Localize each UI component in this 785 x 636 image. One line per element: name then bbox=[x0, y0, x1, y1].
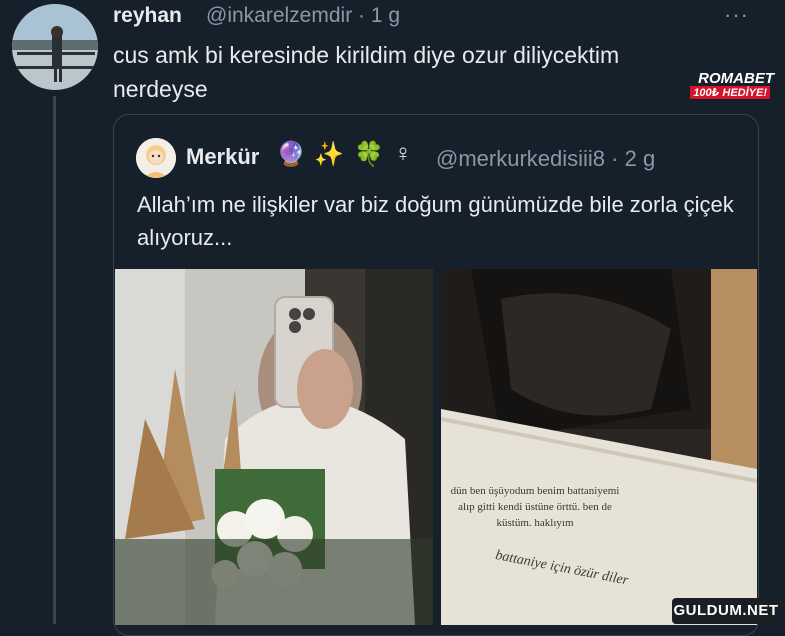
promo-logo: ROMABET 100₺ HEDİYE! bbox=[678, 70, 774, 102]
author-name[interactable]: reyhan bbox=[113, 4, 182, 28]
author-handle-time[interactable]: @inkarelzemdir · 1 g bbox=[206, 4, 400, 28]
clover-icon: 🍀 bbox=[354, 141, 384, 168]
promo-tagline: 100₺ HEDİYE! bbox=[690, 86, 770, 99]
card-printed-text: dün ben üşüyodum benim battaniyemi alıp … bbox=[450, 485, 620, 529]
quoted-author-avatar[interactable] bbox=[136, 138, 176, 178]
quoted-tweet-text: Allah’ım ne ilişkiler var biz doğum günü… bbox=[137, 192, 734, 250]
thread-line bbox=[53, 96, 56, 624]
sparkles-icon: ✨ bbox=[314, 141, 344, 168]
promo-brand: ROMABET bbox=[698, 70, 774, 87]
quoted-author-name[interactable]: Merkür bbox=[186, 144, 259, 170]
more-options-icon[interactable]: ··· bbox=[724, 2, 749, 28]
quoted-author-handle-time[interactable]: @merkurkedisiii8 · 2 g bbox=[436, 146, 655, 172]
site-watermark: GULDUM.NET bbox=[672, 598, 780, 624]
crystal-ball-icon: 🔮 bbox=[276, 141, 306, 168]
tweet-text: cus amk bi keresinde kirildim diye ozur … bbox=[113, 42, 620, 102]
author-avatar[interactable] bbox=[12, 4, 98, 90]
female-sign-icon: ♀ bbox=[394, 140, 412, 167]
quoted-photo-selfie[interactable] bbox=[115, 269, 433, 625]
